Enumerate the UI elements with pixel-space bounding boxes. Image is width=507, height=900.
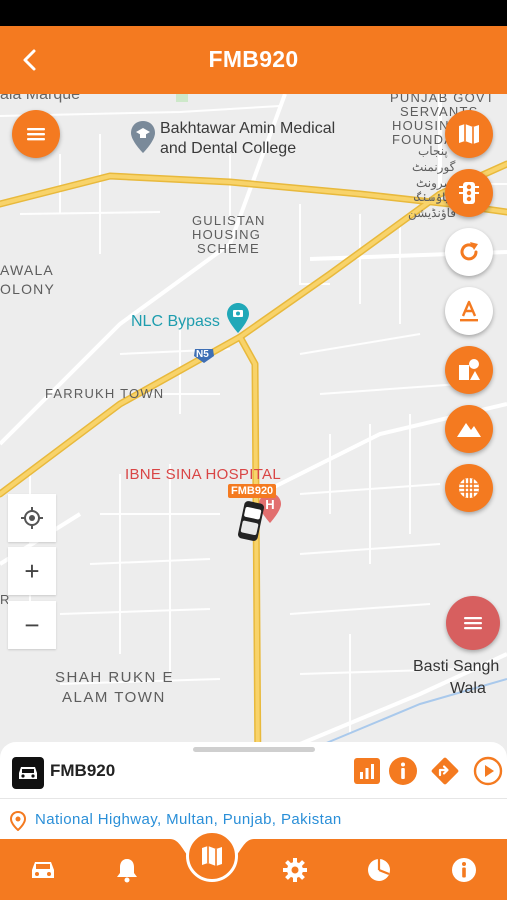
map-icon [202, 846, 222, 866]
map-label-nlc-bypass: NLC Bypass [131, 313, 220, 330]
label-toggle-button[interactable] [445, 287, 493, 335]
crosshair-icon [21, 507, 43, 529]
directions-icon [431, 757, 459, 785]
app-bar: FMB920 [0, 26, 507, 94]
play-icon [473, 756, 503, 786]
map-label-awala-2: OLONY [0, 281, 56, 297]
vehicle-type-badge [12, 757, 44, 789]
nav-map[interactable] [186, 830, 238, 882]
grid-icon [459, 478, 479, 498]
traffic-button[interactable] [445, 169, 493, 217]
bottom-nav-bar [0, 839, 507, 900]
nav-about[interactable] [447, 853, 481, 887]
sheet-drag-handle[interactable] [193, 747, 315, 752]
map-type-icon [459, 124, 479, 144]
playback-button[interactable] [473, 756, 503, 786]
map-type-button[interactable] [445, 110, 493, 158]
nav-reports[interactable] [362, 853, 396, 887]
vehicle-address-link[interactable]: National Highway, Multan, Punjab, Pakist… [35, 811, 342, 828]
menu-icon [27, 128, 45, 141]
zoom-in-button[interactable]: + [8, 547, 56, 595]
map-label-shah-1: SHAH RUKN E [55, 669, 175, 686]
car-icon [32, 862, 54, 878]
map-label-awala-1: AWALA [0, 262, 54, 278]
map-label-urdu-5: فاؤنڈیشن [408, 206, 457, 220]
text-label-icon [460, 300, 478, 322]
nav-vehicles[interactable] [26, 853, 60, 887]
terrain-icon [457, 423, 481, 437]
poi-marker-icon [227, 303, 249, 333]
vehicle-marker-icon[interactable] [233, 499, 269, 543]
map-label-gulistan-3: SCHEME [197, 241, 260, 256]
gear-icon [283, 858, 307, 882]
pie-chart-icon [368, 859, 390, 881]
refresh-button[interactable] [445, 228, 493, 276]
car-icon [19, 767, 37, 779]
map-label-urdu-4: ہاؤسنگ [414, 190, 450, 204]
info-icon [452, 858, 476, 882]
bar-chart-icon [354, 758, 380, 784]
map-label-top: ala Marque [0, 94, 81, 103]
map-label-bakhtawar-2: and Dental College [160, 140, 297, 157]
terrain-button[interactable] [445, 405, 493, 453]
nav-settings[interactable] [278, 853, 312, 887]
vehicle-marker-label: FMB920 [228, 484, 277, 498]
page-title: FMB920 [208, 46, 299, 72]
sheet-divider [0, 798, 507, 799]
school-marker-icon [131, 121, 155, 153]
refresh-icon [460, 242, 478, 261]
menu-icon [464, 617, 482, 630]
zoom-out-button[interactable]: − [8, 601, 56, 649]
map-label-bakhtawar-1: Bakhtawar Amin Medical [160, 120, 336, 137]
geofence-button[interactable] [445, 346, 493, 394]
bell-icon [117, 859, 137, 883]
shapes-icon [459, 359, 480, 380]
report-button[interactable] [352, 756, 382, 786]
map-label-basti-2: Wala [450, 680, 486, 697]
grid-button[interactable] [445, 464, 493, 512]
status-bar [0, 0, 507, 26]
map-label-shah-2: ALAM TOWN [62, 689, 166, 706]
map-label-urdu-1: پنجاب [418, 144, 448, 158]
directions-button[interactable] [430, 756, 460, 786]
location-pin-icon [10, 811, 26, 831]
nav-alerts[interactable] [110, 853, 144, 887]
highway-label: N5 [196, 349, 209, 360]
my-location-button[interactable] [8, 494, 56, 542]
map-label-ibne-sina: IBNE SINA HOSPITAL [125, 466, 282, 483]
vehicle-name: FMB920 [50, 761, 116, 780]
map-label-urdu-2: گورنمنٹ [412, 160, 456, 174]
details-button[interactable] [388, 756, 418, 786]
info-icon [389, 757, 417, 785]
map-label-farrukh-town: FARRUKH TOWN [45, 386, 165, 401]
map-view[interactable]: H N5 ala Marque PUNJAB GOVT SERVANTS HOU… [0, 94, 507, 774]
menu-button[interactable] [12, 110, 60, 158]
map-label-basti-1: Basti Sangh [413, 658, 500, 675]
traffic-light-icon [459, 182, 479, 204]
options-menu-button[interactable] [446, 596, 500, 650]
